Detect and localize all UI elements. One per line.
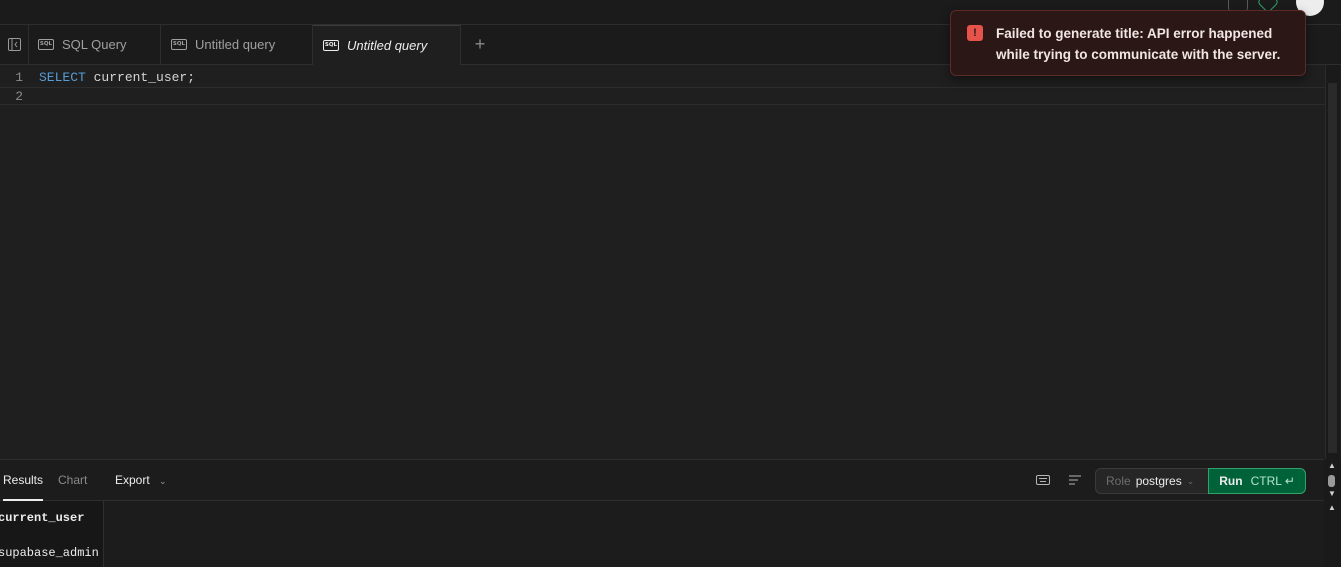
new-tab-plus-icon[interactable]: + [470, 34, 490, 54]
chevron-down-icon: ⌄ [159, 476, 167, 486]
chevron-up-icon[interactable]: ▲ [1328, 503, 1336, 512]
error-toast: ! Failed to generate title: API error ha… [950, 10, 1306, 76]
tab-untitled-query-active[interactable]: SQL Untitled query [313, 25, 461, 65]
chevron-down-icon: ⌄ [1186, 475, 1195, 486]
tab-chart[interactable]: Chart [58, 460, 87, 501]
line-number: 2 [15, 89, 23, 104]
role-value: postgres [1135, 474, 1182, 488]
run-shortcut: CTRL ↵ [1250, 474, 1295, 488]
sidebar-toggle-button[interactable] [0, 25, 29, 64]
scrollbar-thumb[interactable] [1328, 475, 1335, 487]
tab-sql-query[interactable]: SQL SQL Query [28, 25, 161, 64]
sql-keyword: SELECT [39, 70, 86, 85]
role-select[interactable]: Role postgres ⌄ [1095, 468, 1209, 494]
table-cell[interactable]: supabase_admin [0, 546, 99, 560]
format-align-icon[interactable] [1068, 474, 1082, 486]
editor-scrollbar[interactable] [1325, 65, 1340, 459]
tab-label: Untitled query [347, 38, 428, 53]
sql-icon: SQL [171, 39, 187, 50]
sql-icon: SQL [323, 40, 339, 51]
results-scrollbar[interactable]: ▲ ▼ ▲ [1324, 459, 1341, 567]
chevron-up-icon[interactable]: ▲ [1328, 461, 1336, 470]
tab-results[interactable]: Results [3, 460, 44, 501]
sql-editor[interactable]: 1 SELECT current_user; 2 [0, 65, 1325, 459]
run-label: Run [1219, 474, 1243, 488]
panel-collapse-icon [7, 38, 21, 51]
column-header[interactable]: current_user [0, 511, 84, 525]
role-label: Role [1106, 474, 1131, 488]
keyboard-icon[interactable] [1036, 474, 1050, 486]
export-button[interactable]: Export ⌄ [115, 460, 167, 501]
run-controls: Role postgres ⌄ Run CTRL ↵ [1095, 468, 1306, 494]
results-column: current_user supabase_admin [0, 501, 104, 567]
tab-label: Untitled query [195, 37, 276, 52]
line-number: 1 [15, 70, 23, 85]
run-button[interactable]: Run CTRL ↵ [1208, 468, 1306, 494]
tab-untitled-query[interactable]: SQL Untitled query [161, 25, 313, 64]
sql-icon: SQL [38, 39, 54, 50]
code-text: SELECT current_user; [39, 69, 195, 87]
chevron-down-icon[interactable]: ▼ [1328, 489, 1336, 498]
tab-label: SQL Query [62, 37, 127, 52]
export-label: Export [115, 473, 150, 487]
scrollbar-thumb[interactable] [1328, 83, 1337, 453]
results-grid: current_user supabase_admin [0, 501, 1324, 567]
results-toolbar: Results Chart Export ⌄ Role postgres ⌄ R… [0, 459, 1324, 501]
toast-message: Failed to generate title: API error happ… [996, 26, 1281, 62]
warning-triangle-icon: ! [967, 25, 983, 41]
code-rest: current_user; [85, 70, 196, 85]
editor-line-current: 2 [0, 87, 1325, 105]
